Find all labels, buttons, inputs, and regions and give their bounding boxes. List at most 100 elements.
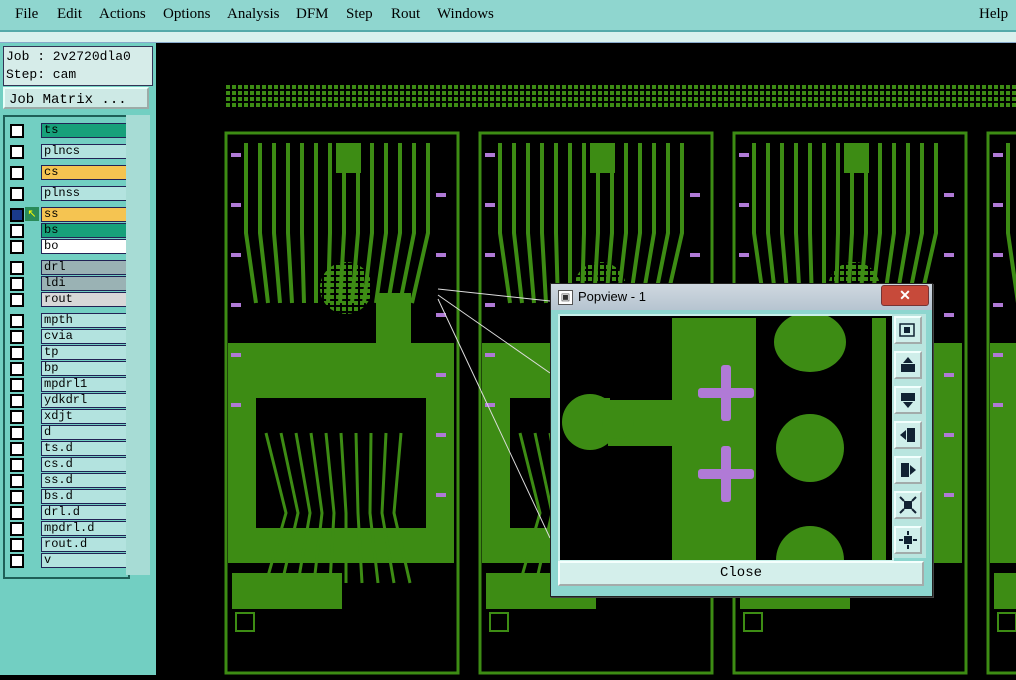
layer-checkbox[interactable]	[10, 187, 24, 201]
layer-checkbox[interactable]	[10, 224, 24, 238]
layer-checkbox[interactable]	[10, 538, 24, 552]
layer-row-rout[interactable]: rout	[7, 292, 127, 307]
popview-titlebar[interactable]: ▣ Popview - 1 ✕	[551, 284, 932, 310]
layer-checkbox[interactable]	[10, 124, 24, 138]
layer-name[interactable]: bs.d	[41, 489, 127, 504]
pan-down-icon[interactable]	[894, 386, 922, 414]
layer-checkbox[interactable]	[10, 378, 24, 392]
layer-row-bs[interactable]: bs	[7, 223, 127, 238]
layer-name[interactable]: ss	[41, 207, 127, 222]
layer-checkbox[interactable]	[10, 442, 24, 456]
menu-edit[interactable]: Edit	[57, 6, 82, 23]
layer-name[interactable]: ydkdrl	[41, 393, 127, 408]
layer-checkbox[interactable]	[10, 554, 24, 568]
layer-name[interactable]: v	[41, 553, 127, 568]
layer-checkbox[interactable]	[10, 458, 24, 472]
layer-checkbox[interactable]	[10, 314, 24, 328]
layer-row-rout-d[interactable]: rout.d	[7, 537, 127, 552]
layer-row-cs[interactable]: cs	[7, 165, 127, 180]
layer-row-cvia[interactable]: cvia	[7, 329, 127, 344]
layer-row-drl-d[interactable]: drl.d	[7, 505, 127, 520]
layer-name[interactable]: xdjt	[41, 409, 127, 424]
menu-file[interactable]: File	[15, 6, 38, 23]
layer-row-mpth[interactable]: mpth	[7, 313, 127, 328]
layer-checkbox[interactable]	[10, 208, 24, 222]
layer-name[interactable]: ts.d	[41, 441, 127, 456]
menu-step[interactable]: Step	[346, 6, 373, 23]
layer-name[interactable]: ts	[41, 123, 127, 138]
layer-checkbox[interactable]	[10, 362, 24, 376]
layer-name[interactable]: tp	[41, 345, 127, 360]
layer-name[interactable]: ss.d	[41, 473, 127, 488]
layer-name[interactable]: mpth	[41, 313, 127, 328]
layer-row-drl[interactable]: drl	[7, 260, 127, 275]
layer-checkbox[interactable]	[10, 277, 24, 291]
pan-right-icon[interactable]	[894, 456, 922, 484]
layer-name[interactable]: plncs	[41, 144, 127, 159]
layer-checkbox[interactable]	[10, 261, 24, 275]
layer-checkbox[interactable]	[10, 166, 24, 180]
layer-row-mpdrl1[interactable]: mpdrl1	[7, 377, 127, 392]
layer-row-tp[interactable]: tp	[7, 345, 127, 360]
job-matrix-button[interactable]: Job Matrix ...	[3, 87, 149, 109]
pan-left-icon[interactable]	[894, 421, 922, 449]
zoom-in-icon[interactable]	[894, 491, 922, 519]
layer-name[interactable]: bs	[41, 223, 127, 238]
layer-name[interactable]: rout	[41, 292, 127, 307]
layer-checkbox[interactable]	[10, 506, 24, 520]
layer-row-xdjt[interactable]: xdjt	[7, 409, 127, 424]
layer-checkbox[interactable]	[10, 330, 24, 344]
layer-row-bo[interactable]: bo	[7, 239, 127, 254]
layer-row-d[interactable]: d	[7, 425, 127, 440]
layer-name[interactable]: cs	[41, 165, 127, 180]
layer-row-cs-d[interactable]: cs.d	[7, 457, 127, 472]
menu-dfm[interactable]: DFM	[296, 6, 329, 23]
layer-checkbox[interactable]	[10, 410, 24, 424]
layer-row-ldi[interactable]: ldi	[7, 276, 127, 291]
layer-row-bp[interactable]: bp	[7, 361, 127, 376]
layer-name[interactable]: d	[41, 425, 127, 440]
menu-analysis[interactable]: Analysis	[227, 6, 280, 23]
layer-row-mpdrl-d[interactable]: mpdrl.d	[7, 521, 127, 536]
layer-name[interactable]: drl	[41, 260, 127, 275]
menu-options[interactable]: Options	[163, 6, 211, 23]
layer-row-ss-d[interactable]: ss.d	[7, 473, 127, 488]
layer-row-ts[interactable]: ts	[7, 123, 127, 138]
pan-up-icon[interactable]	[894, 351, 922, 379]
layer-row-ts-d[interactable]: ts.d	[7, 441, 127, 456]
close-icon[interactable]: ✕	[881, 285, 929, 306]
layer-checkbox[interactable]	[10, 346, 24, 360]
popview-zoom-view[interactable]	[558, 312, 894, 594]
layer-list-scrollbar[interactable]	[126, 115, 150, 575]
layer-row-plnss[interactable]: plnss	[7, 186, 127, 201]
layer-checkbox[interactable]	[10, 522, 24, 536]
zoom-out-icon[interactable]	[894, 526, 922, 554]
layer-name[interactable]: ldi	[41, 276, 127, 291]
menu-help[interactable]: Help	[979, 6, 1008, 23]
menu-windows[interactable]: Windows	[437, 6, 494, 23]
menu-rout[interactable]: Rout	[391, 6, 420, 23]
layer-name[interactable]: cs.d	[41, 457, 127, 472]
layer-checkbox[interactable]	[10, 426, 24, 440]
zoom-fit-icon[interactable]	[894, 316, 922, 344]
layer-name[interactable]: rout.d	[41, 537, 127, 552]
menu-actions[interactable]: Actions	[99, 6, 146, 23]
layer-name[interactable]: bp	[41, 361, 127, 376]
layer-checkbox[interactable]	[10, 490, 24, 504]
layer-row-ydkdrl[interactable]: ydkdrl	[7, 393, 127, 408]
layer-row-bs-d[interactable]: bs.d	[7, 489, 127, 504]
layer-checkbox[interactable]	[10, 474, 24, 488]
layer-name[interactable]: cvia	[41, 329, 127, 344]
layer-name[interactable]: mpdrl.d	[41, 521, 127, 536]
layer-row-ss[interactable]: ↖ ss	[7, 207, 127, 222]
layer-checkbox[interactable]	[10, 145, 24, 159]
layer-checkbox[interactable]	[10, 293, 24, 307]
layer-name[interactable]: drl.d	[41, 505, 127, 520]
layer-name[interactable]: bo	[41, 239, 127, 254]
layer-name[interactable]: plnss	[41, 186, 127, 201]
layer-checkbox[interactable]	[10, 394, 24, 408]
layer-row-v[interactable]: v	[7, 553, 127, 568]
layer-checkbox[interactable]	[10, 240, 24, 254]
layer-name[interactable]: mpdrl1	[41, 377, 127, 392]
close-button[interactable]: Close	[558, 561, 924, 586]
